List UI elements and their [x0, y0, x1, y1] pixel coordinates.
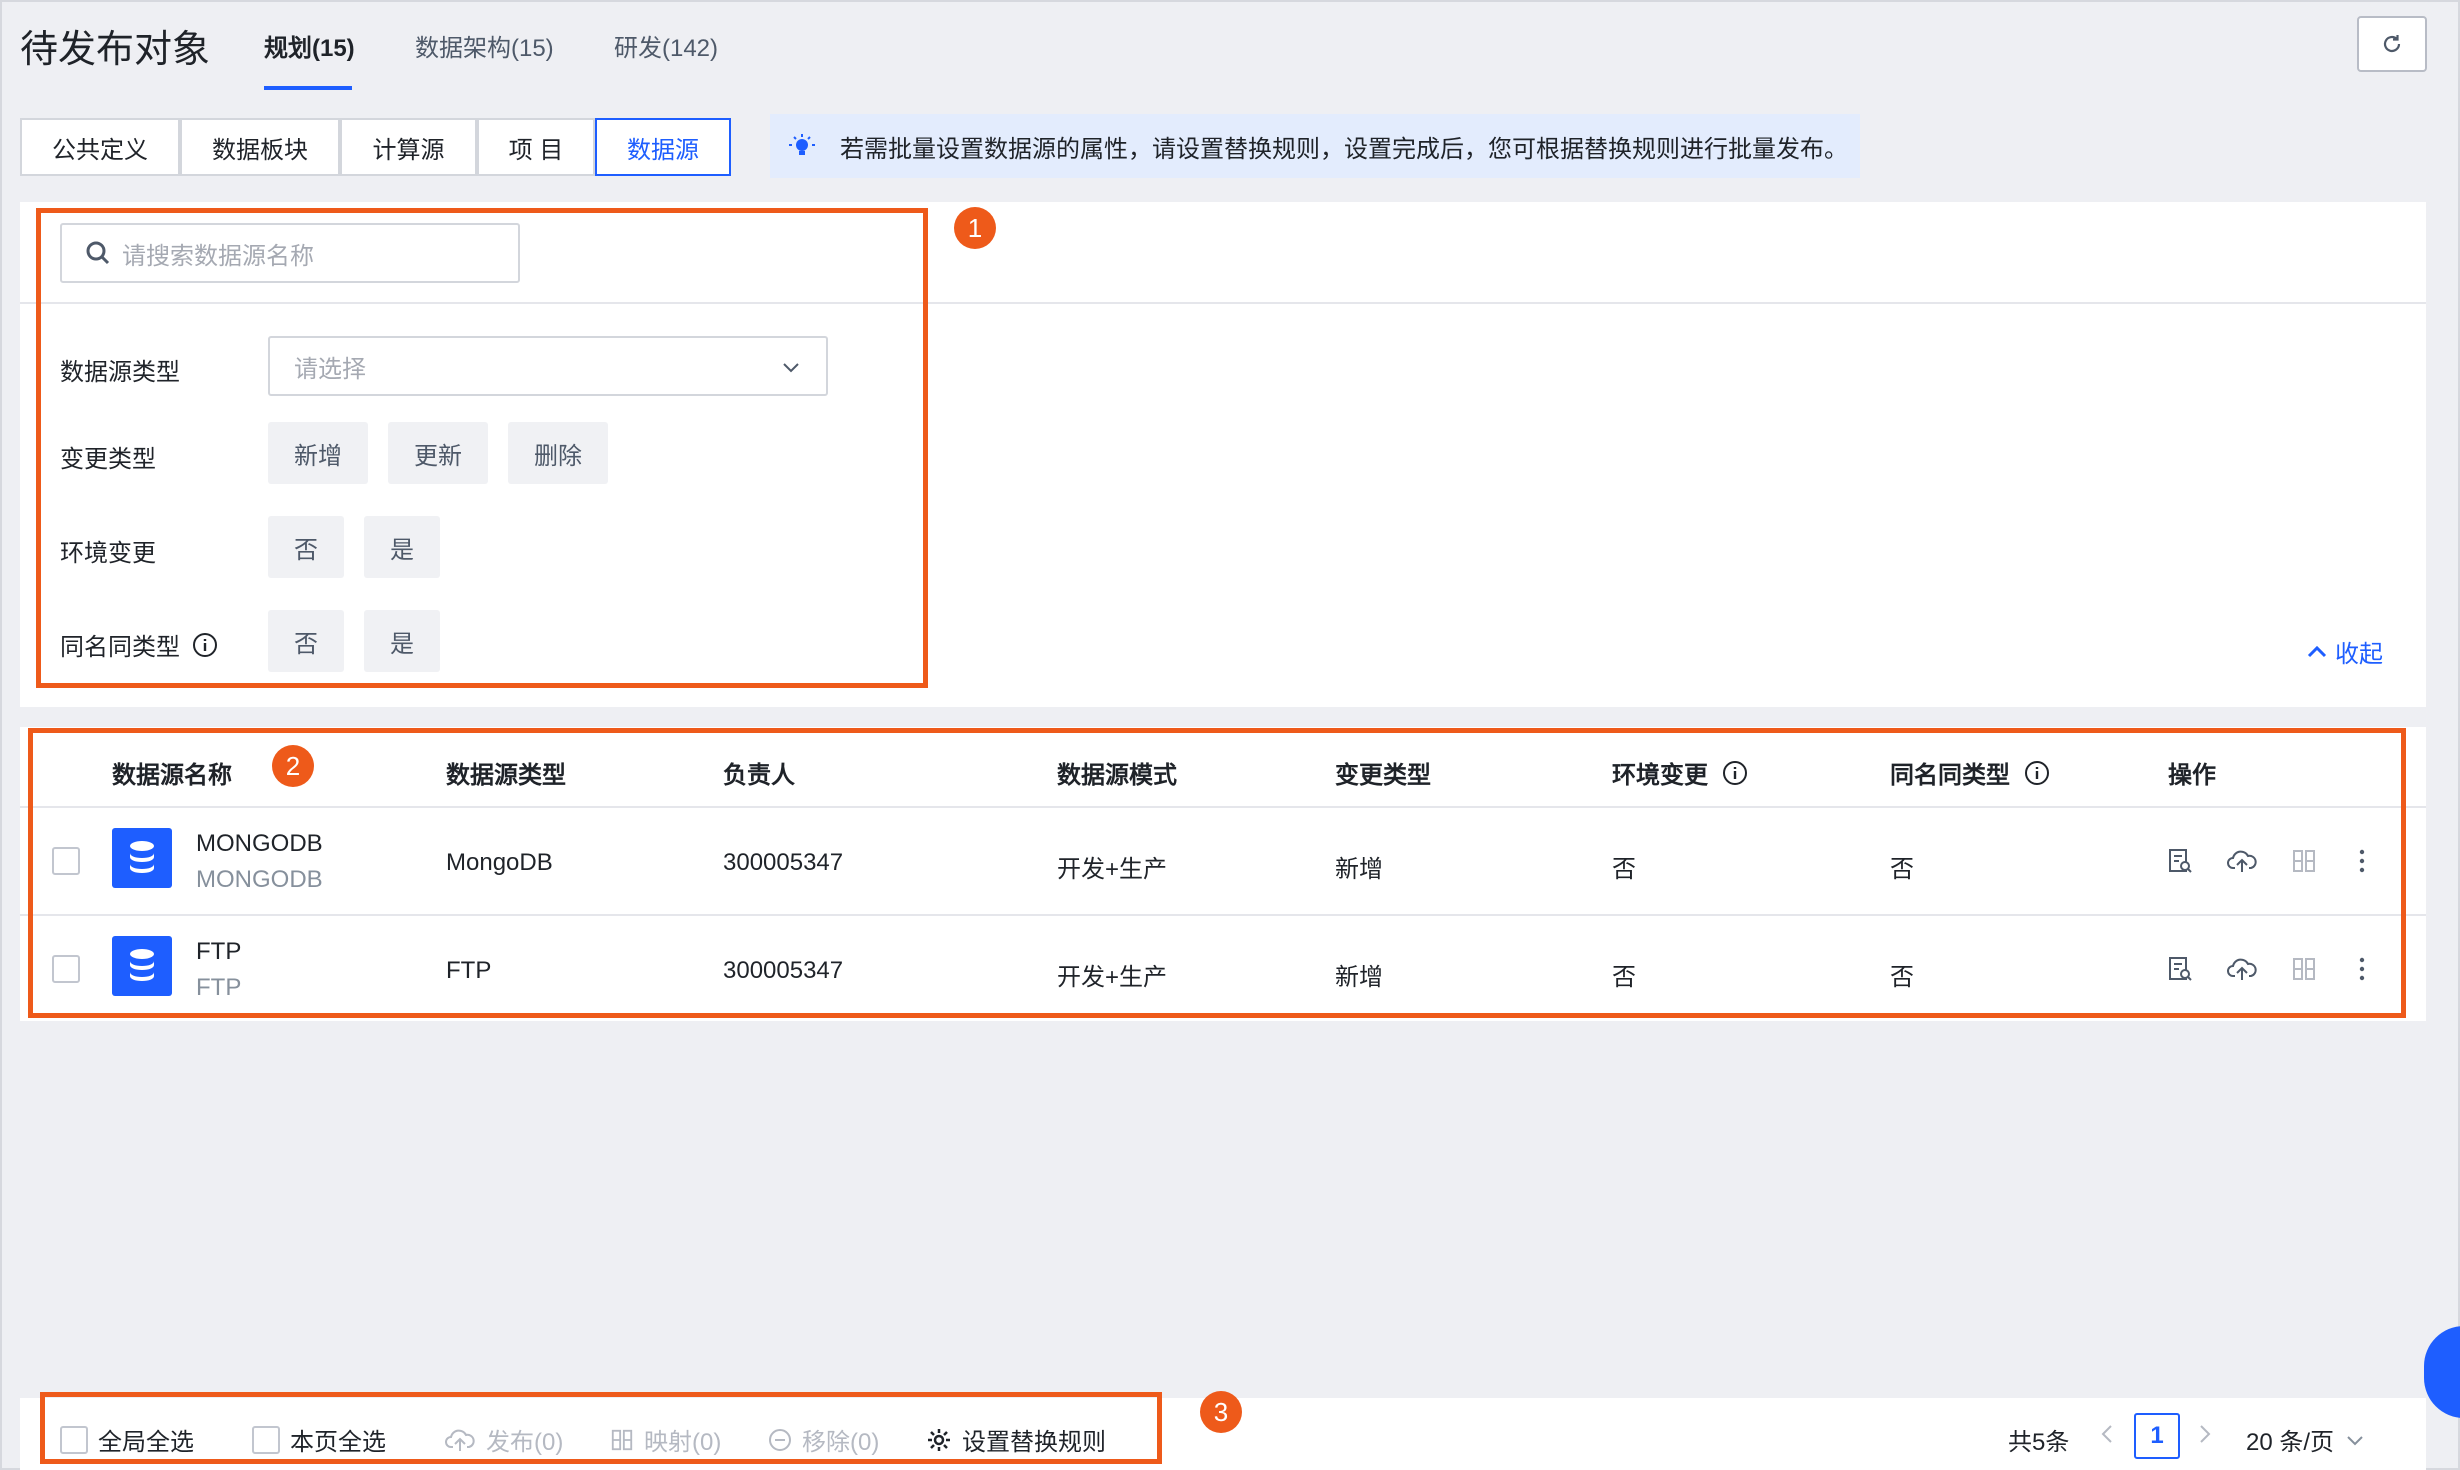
subtab-data-sector[interactable]: 数据板块 — [180, 118, 340, 176]
tab-development[interactable]: 研发(142) — [614, 28, 718, 63]
collapse-button[interactable]: 收起 — [2305, 634, 2383, 669]
chevron-down-icon — [2347, 1435, 2363, 1445]
refresh-button[interactable] — [2357, 16, 2427, 72]
prev-page-icon[interactable] — [2098, 1422, 2116, 1446]
active-tab-indicator — [264, 86, 352, 90]
page-title: 待发布对象 — [20, 29, 211, 71]
page-size-label: 20 条/页 — [2246, 1429, 2335, 1456]
callout-box-table — [28, 728, 2406, 1018]
callout-badge: 1 — [954, 207, 996, 249]
next-page-icon[interactable] — [2196, 1422, 2214, 1446]
lightbulb-icon — [786, 130, 818, 162]
tab-planning[interactable]: 规划(15) — [264, 28, 355, 63]
header: 待发布对象 规划(15) 数据架构(15) 研发(142) — [0, 0, 2460, 92]
page-size-select[interactable]: 20 条/页 — [2246, 1422, 2366, 1457]
tab-data-architecture[interactable]: 数据架构(15) — [415, 28, 554, 63]
collapse-label: 收起 — [2335, 641, 2383, 668]
total-count: 共5条 — [2008, 1429, 2070, 1456]
subtab-project[interactable]: 项 目 — [477, 118, 595, 176]
current-page-button[interactable]: 1 — [2134, 1413, 2180, 1459]
refresh-icon — [2383, 35, 2401, 53]
tip-banner: 若需批量设置数据源的属性，请设置替换规则，设置完成后，您可根据替换规则进行批量发… — [770, 114, 1860, 178]
tip-text: 若需批量设置数据源的属性，请设置替换规则，设置完成后，您可根据替换规则进行批量发… — [840, 135, 1848, 163]
callout-box-filter — [36, 208, 928, 688]
chevron-up-icon — [2307, 645, 2327, 657]
callout-box-footer — [40, 1392, 1162, 1464]
subtab-compute-source[interactable]: 计算源 — [340, 118, 477, 176]
subtab-public-definition[interactable]: 公共定义 — [20, 118, 180, 176]
callout-badge: 3 — [1200, 1391, 1242, 1433]
subtab-data-source[interactable]: 数据源 — [595, 118, 731, 176]
callout-badge: 2 — [272, 745, 314, 787]
